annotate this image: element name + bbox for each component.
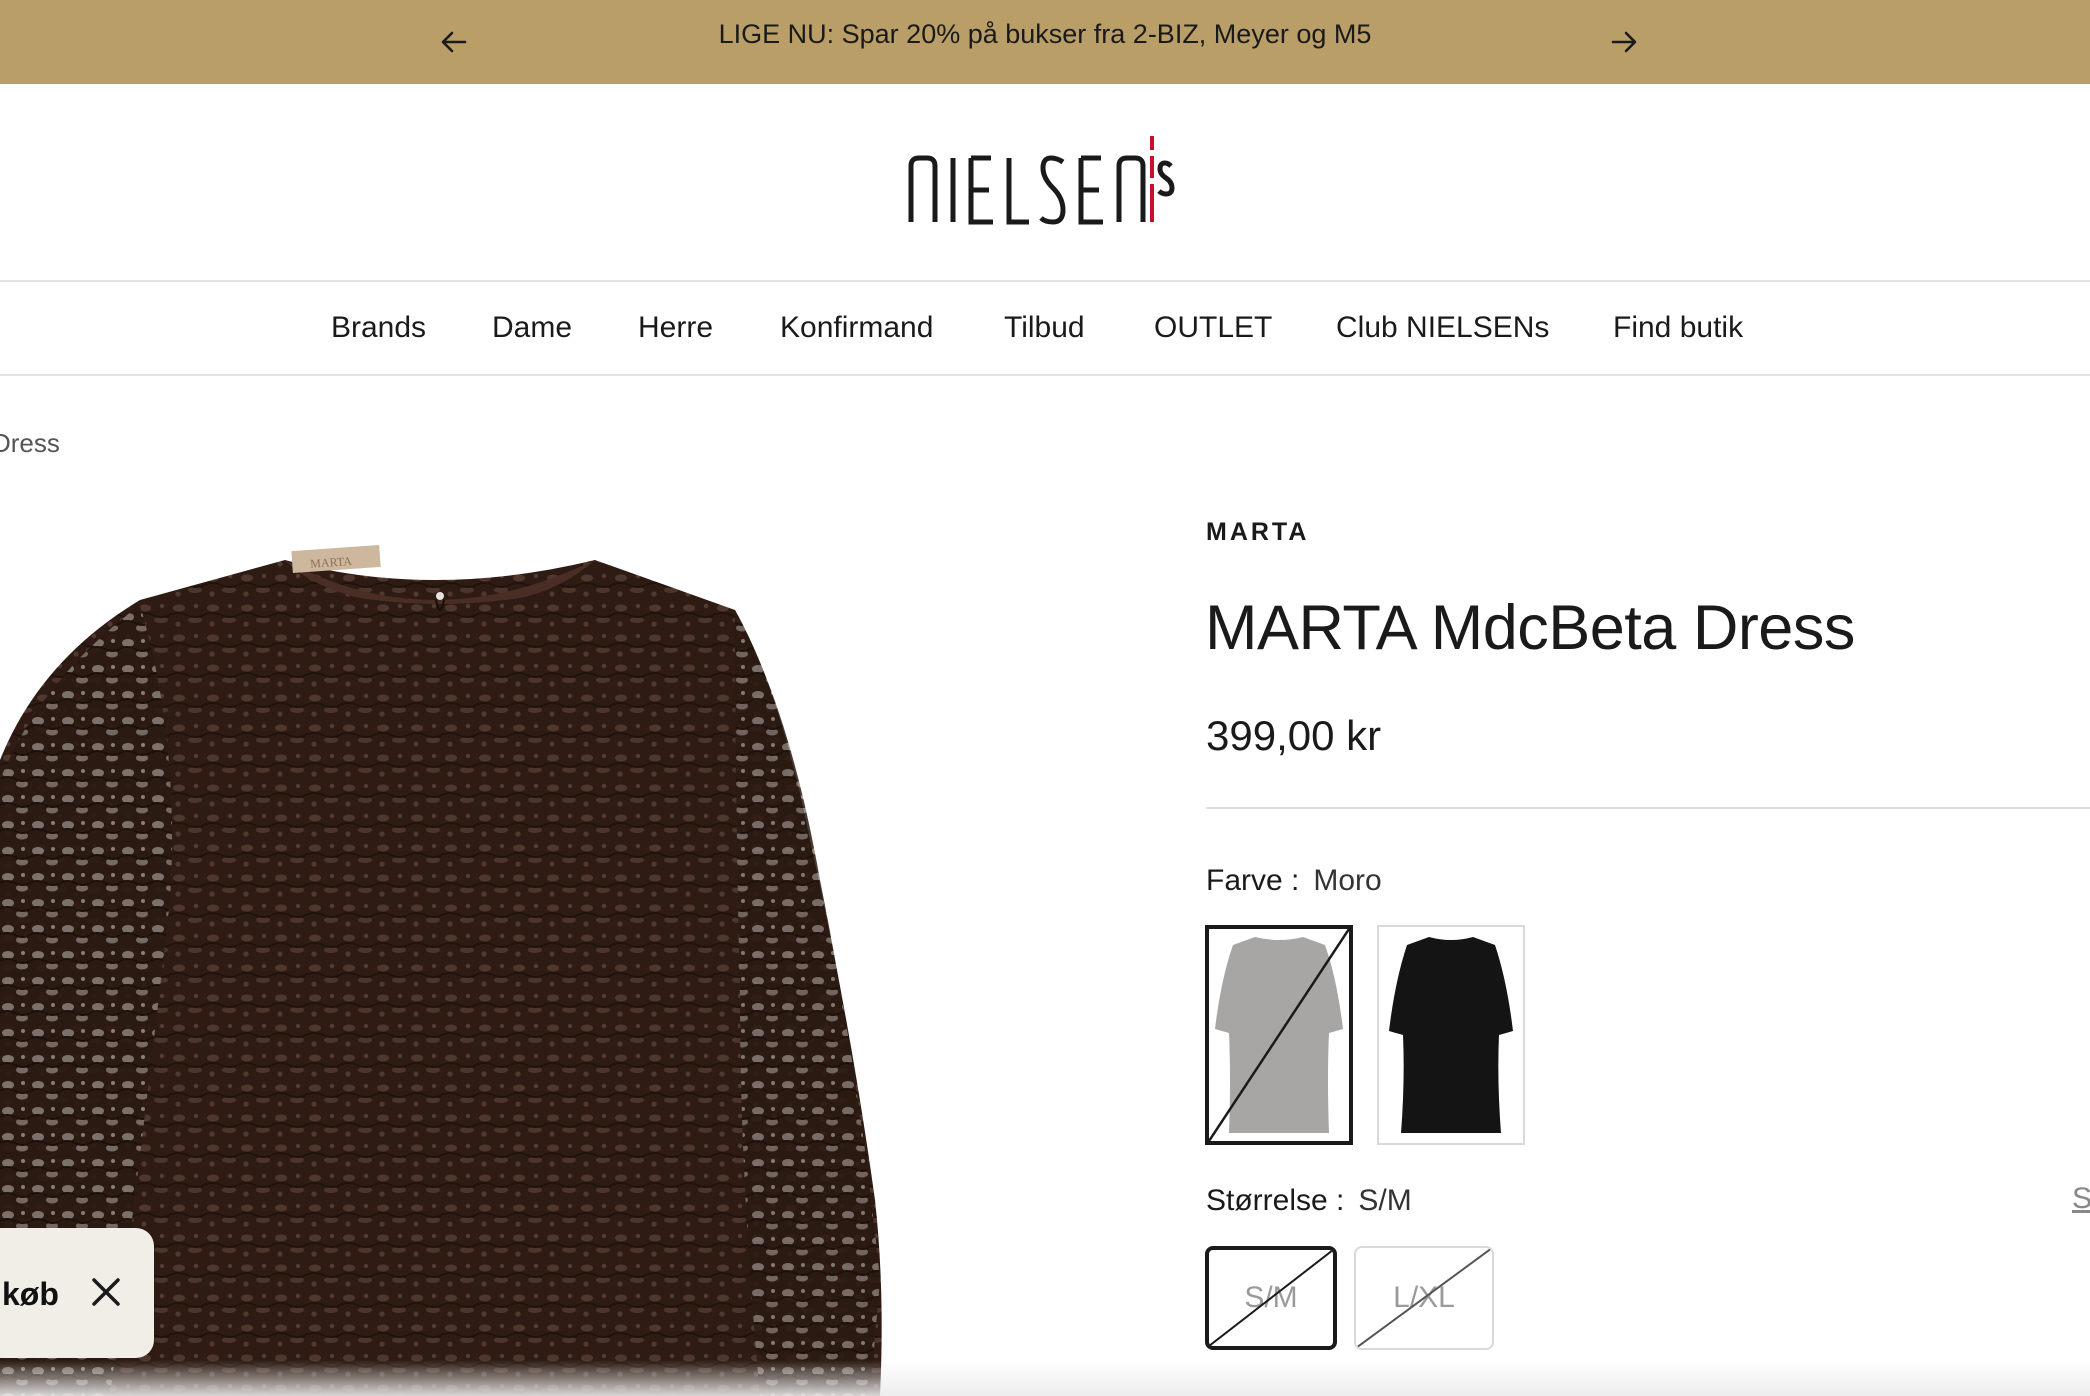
nav-item-club[interactable]: Club NIELSENs (1336, 282, 1549, 374)
unavailable-strike (1209, 1250, 1333, 1346)
nav-item-find-butik[interactable]: Find butik (1613, 282, 1743, 374)
info-divider (1206, 807, 2090, 809)
announcement-next-button[interactable] (1600, 18, 1648, 66)
nav-item-outlet[interactable]: OUTLET (1154, 282, 1272, 374)
nielsens-logo (908, 136, 1175, 225)
nav-item-konfirmand[interactable]: Konfirmand (780, 282, 933, 374)
product-title: MARTA MdcBeta Dress (1205, 593, 1855, 663)
size-option-lxl[interactable]: L/XL (1354, 1246, 1494, 1350)
popup-close-button[interactable] (86, 1272, 126, 1312)
unavailable-strike (1356, 1248, 1492, 1348)
nav-item-dame[interactable]: Dame (492, 282, 572, 374)
nav-item-tilbud[interactable]: Tilbud (1004, 282, 1085, 374)
size-option-label: Størrelse : S/M (1206, 1184, 1412, 1218)
color-label: Farve : (1206, 864, 1300, 897)
nav-item-herre[interactable]: Herre (638, 282, 713, 374)
size-value: S/M (1358, 1184, 1412, 1217)
main-nav: Brands Dame Herre Konfirmand Tilbud OUTL… (0, 280, 2090, 376)
close-icon (92, 1278, 120, 1306)
size-label: Størrelse : (1206, 1184, 1345, 1217)
size-guide-link[interactable]: S (2072, 1182, 2090, 1216)
color-swatch-black[interactable] (1377, 925, 1525, 1145)
size-option-sm[interactable]: S/M (1205, 1246, 1337, 1350)
purchase-popup[interactable]: køb (0, 1228, 154, 1358)
breadcrumb-current: Dress (0, 428, 60, 458)
product-price: 399,00 kr (1206, 712, 1382, 759)
color-swatch-moro[interactable] (1205, 925, 1353, 1145)
popup-label[interactable]: køb (2, 1276, 59, 1313)
bottom-fade (0, 1360, 2090, 1396)
swatch-dress-grey (1209, 929, 1349, 1141)
announcement-bar: LIGE NU: Spar 20% på bukser fra 2-BIZ, M… (0, 0, 2090, 84)
breadcrumb: Dress (0, 428, 60, 459)
color-value: Moro (1313, 864, 1382, 897)
garment-tag-text: MARTA (310, 554, 353, 571)
product-brand[interactable]: MARTA (1206, 518, 1309, 547)
arrow-right-icon (1611, 31, 1637, 53)
nav-item-brands[interactable]: Brands (331, 282, 426, 374)
announcement-text[interactable]: LIGE NU: Spar 20% på bukser fra 2-BIZ, M… (0, 0, 2090, 68)
site-logo[interactable] (905, 132, 1175, 232)
swatch-dress-black (1379, 927, 1523, 1143)
color-option-label: Farve : Moro (1206, 864, 1382, 898)
